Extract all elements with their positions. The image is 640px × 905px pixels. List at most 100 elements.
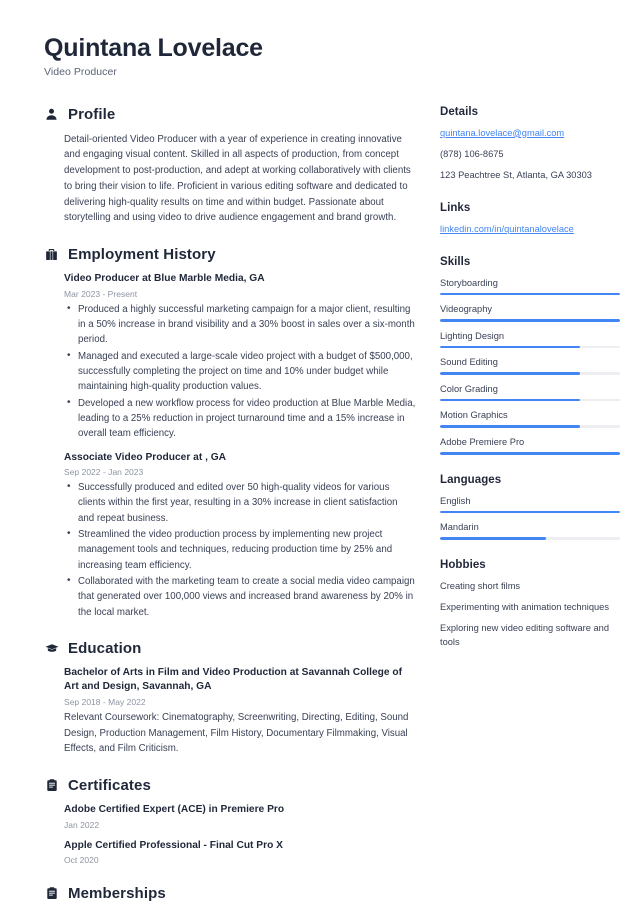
- contact-phone: (878) 106-8675: [440, 148, 504, 159]
- certificate-entry-title: Apple Certified Professional - Final Cut…: [64, 839, 283, 851]
- skill-meter-fill: [440, 425, 581, 428]
- candidate-name: Quintana Lovelace: [44, 34, 263, 62]
- section-header-profile: Profile: [44, 106, 416, 123]
- contact-address: 123 Peachtree St, Atlanta, GA 30303: [440, 169, 592, 180]
- section-body-certificates: Adobe Certified Expert (ACE) in Premiere…: [44, 803, 416, 865]
- skill-label: Videography: [440, 304, 493, 315]
- section-header-employment: Employment History: [44, 246, 416, 263]
- section-title-education: Education: [68, 639, 142, 657]
- skill-meter-track: [440, 319, 620, 322]
- language-meter-track: [440, 510, 620, 514]
- bullet-item: Streamlined the video production process…: [64, 526, 416, 573]
- skill-label: Color Grading: [440, 383, 498, 394]
- skill-item: Videography: [440, 303, 620, 322]
- sidebar-title-skills: Skills: [440, 255, 471, 268]
- hobby-item: Exploring new video editing software and…: [440, 622, 609, 647]
- sidebar-column: Details quintana.lovelace@gmail.com (878…: [440, 98, 620, 669]
- bullet-item: Managed and executed a large-scale video…: [64, 348, 416, 395]
- section-body-education: Bachelor of Arts in Film and Video Produ…: [44, 666, 416, 757]
- certificate-entry: Apple Certified Professional - Final Cut…: [64, 839, 416, 865]
- clipboard-icon: [44, 886, 59, 901]
- employment-entry-date: Mar 2023 - Present: [64, 288, 138, 299]
- skill-meter-fill: [440, 398, 581, 402]
- sidebar-title-links: Links: [440, 201, 471, 214]
- bullet-item: Developed a new workflow process for vid…: [64, 395, 416, 442]
- candidate-job-title: Video Producer: [44, 65, 117, 78]
- language-label: Mandarin: [440, 522, 479, 533]
- employment-entry-title: Associate Video Producer at , GA: [64, 451, 227, 463]
- employment-entry: Associate Video Producer at , GA Sep 202…: [64, 451, 416, 620]
- bullet-item: Successfully produced and edited over 50…: [64, 479, 416, 526]
- skill-item: Adobe Premiere Pro: [440, 436, 620, 455]
- contact-email-link[interactable]: quintana.lovelace@gmail.com: [440, 127, 620, 141]
- education-entry-date: Sep 2018 - May 2022: [64, 696, 146, 707]
- employment-entry-title: Video Producer at Blue Marble Media, GA: [64, 273, 265, 285]
- skill-label: Storyboarding: [440, 277, 498, 288]
- language-meter-track: [440, 537, 620, 540]
- skill-meter-track: [440, 372, 620, 375]
- skill-item: Storyboarding: [440, 277, 620, 296]
- person-icon: [44, 107, 59, 122]
- main-column: Profile Detail-oriented Video Producer w…: [44, 98, 416, 905]
- section-header-memberships: Memberships: [44, 885, 416, 902]
- skill-label: Adobe Premiere Pro: [440, 436, 525, 447]
- certificate-entry: Adobe Certified Expert (ACE) in Premiere…: [64, 803, 416, 829]
- section-memberships: Memberships: [44, 885, 416, 902]
- section-title-profile: Profile: [68, 105, 116, 123]
- section-title-employment: Employment History: [68, 246, 216, 264]
- skill-meter-track: [440, 425, 620, 428]
- bullet-item: Collaborated with the marketing team to …: [64, 573, 416, 620]
- education-entry-title: Bachelor of Arts in Film and Video Produ…: [64, 666, 403, 693]
- skill-meter-fill: [440, 372, 581, 375]
- sidebar-title-details: Details: [440, 105, 479, 118]
- skill-meter-track: [440, 452, 620, 455]
- hobby-item: Experimenting with animation techniques: [440, 601, 609, 612]
- section-profile: Profile Detail-oriented Video Producer w…: [44, 106, 416, 226]
- skill-label: Lighting Design: [440, 330, 505, 341]
- skill-item: Motion Graphics: [440, 409, 620, 428]
- sidebar-title-hobbies: Hobbies: [440, 558, 486, 571]
- resume-body: Profile Detail-oriented Video Producer w…: [44, 98, 620, 905]
- bullet-item: Produced a highly successful marketing c…: [64, 301, 416, 348]
- language-item: English: [440, 495, 620, 514]
- section-employment-history: Employment History Video Producer at Blu…: [44, 246, 416, 620]
- profile-summary-text: Detail-oriented Video Producer with a ye…: [64, 133, 411, 224]
- skill-meter-fill: [440, 452, 620, 455]
- language-item: Mandarin: [440, 521, 620, 540]
- briefcase-icon: [44, 247, 59, 262]
- employment-entry-bullets: Produced a highly successful marketing c…: [64, 301, 416, 442]
- skill-label: Sound Editing: [440, 357, 498, 368]
- skill-meter-fill: [440, 292, 620, 296]
- link-linkedin[interactable]: linkedin.com/in/quintanalovelace: [440, 223, 620, 237]
- section-header-education: Education: [44, 640, 416, 657]
- skill-item: Lighting Design: [440, 330, 620, 349]
- section-header-certificates: Certificates: [44, 777, 416, 794]
- skill-meter-track: [440, 345, 620, 349]
- language-meter-fill: [440, 537, 547, 540]
- section-certificates: Certificates Adobe Certified Expert (ACE…: [44, 777, 416, 865]
- skill-meter-fill: [440, 319, 620, 322]
- section-education: Education Bachelor of Arts in Film and V…: [44, 640, 416, 757]
- sidebar-block-skills: Skills Storyboarding Videography Lightin…: [440, 256, 620, 455]
- language-label: English: [440, 495, 471, 506]
- skill-meter-track: [440, 292, 620, 296]
- skill-item: Color Grading: [440, 383, 620, 402]
- section-body-employment: Video Producer at Blue Marble Media, GA …: [44, 272, 416, 620]
- sidebar-title-languages: Languages: [440, 473, 502, 486]
- section-title-memberships: Memberships: [68, 885, 166, 903]
- skill-meter-track: [440, 398, 620, 402]
- education-entry-coursework: Relevant Coursework: Cinematography, Scr…: [64, 711, 409, 755]
- section-title-certificates: Certificates: [68, 777, 151, 795]
- certificate-entry-date: Oct 2020: [64, 855, 99, 866]
- employment-entry-date: Sep 2022 - Jan 2023: [64, 466, 144, 477]
- clipboard-icon: [44, 778, 59, 793]
- sidebar-block-languages: Languages English Mandarin: [440, 474, 620, 540]
- certificate-entry-date: Jan 2022: [64, 819, 100, 830]
- resume-header: Quintana Lovelace Video Producer: [44, 34, 600, 78]
- employment-entry: Video Producer at Blue Marble Media, GA …: [64, 272, 416, 441]
- skill-label: Motion Graphics: [440, 410, 508, 421]
- employment-entry-bullets: Successfully produced and edited over 50…: [64, 479, 416, 620]
- sidebar-block-details: Details quintana.lovelace@gmail.com (878…: [440, 106, 620, 183]
- section-body-profile: Detail-oriented Video Producer with a ye…: [44, 132, 416, 226]
- skill-meter-fill: [440, 345, 581, 349]
